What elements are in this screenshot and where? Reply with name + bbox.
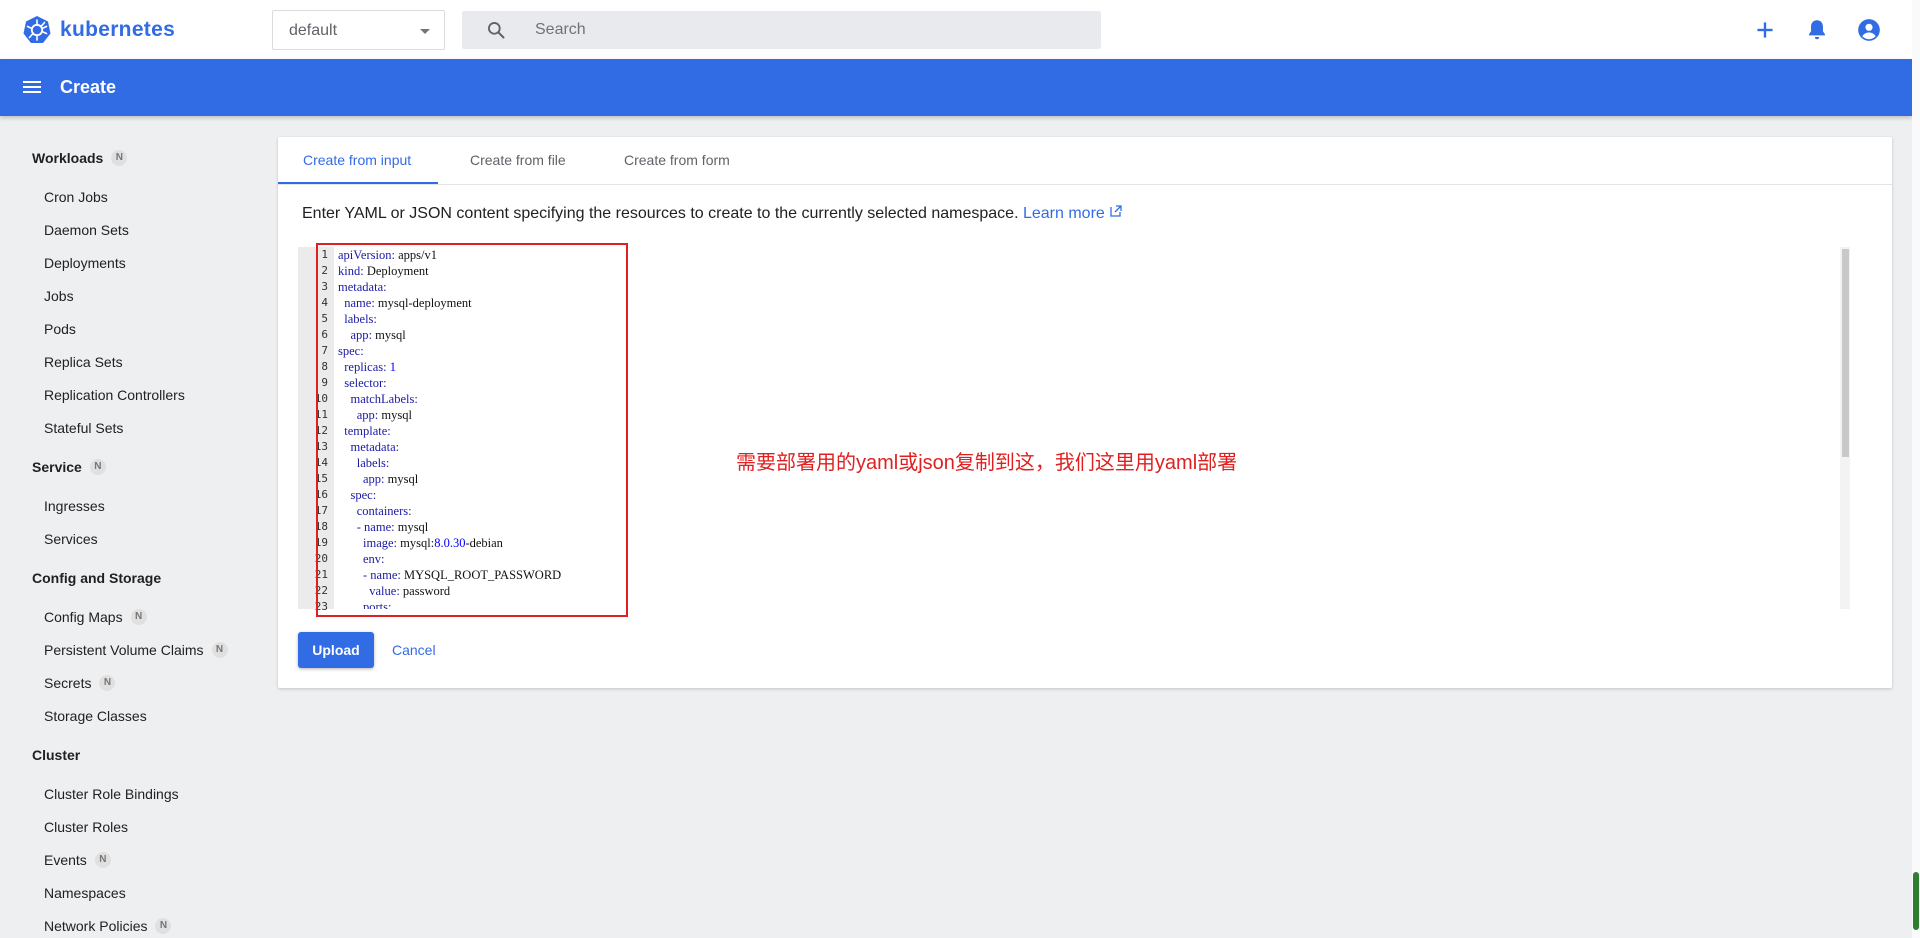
nav-label: Events (44, 852, 87, 868)
namespaced-badge: N (111, 150, 128, 166)
sidebar: Workloads N Cron Jobs Daemon Sets Deploy… (0, 116, 262, 938)
namespaced-badge: N (94, 852, 111, 868)
nav-label: Daemon Sets (44, 222, 129, 238)
sidebar-item-config-maps[interactable]: Config Maps N (44, 609, 147, 625)
nav-label: Network Policies (44, 918, 148, 934)
section-label: Config and Storage (32, 570, 162, 586)
section-label: Workloads (32, 150, 104, 166)
add-icon (1757, 22, 1773, 38)
kubernetes-helm-icon (23, 16, 51, 43)
menu-icon[interactable] (20, 75, 44, 99)
sidebar-item-replica-sets[interactable]: Replica Sets (44, 354, 123, 370)
nav-label: Replication Controllers (44, 387, 185, 403)
section-label: Service (32, 459, 82, 475)
nav-label: Persistent Volume Claims (44, 642, 204, 658)
sidebar-item-replication-controllers[interactable]: Replication Controllers (44, 387, 185, 403)
sidebar-section-service[interactable]: Service N (32, 459, 106, 475)
chevron-down-icon (420, 29, 430, 34)
sidebar-item-services[interactable]: Services (44, 531, 98, 547)
sidebar-item-storage-classes[interactable]: Storage Classes (44, 708, 147, 724)
search-bar (462, 11, 1101, 49)
sidebar-item-namespaces[interactable]: Namespaces (44, 885, 126, 901)
nav-label: Ingresses (44, 498, 105, 514)
page-title: Create (60, 77, 117, 97)
page-scrollbar-thumb[interactable] (1913, 872, 1919, 930)
notifications-button[interactable] (1804, 17, 1830, 48)
annotation-text: 需要部署用的yaml或json复制到这，我们这里用yaml部署 (736, 452, 1238, 474)
namespaced-badge: N (130, 609, 147, 625)
nav-label: Cluster Role Bindings (44, 786, 179, 802)
namespace-select[interactable]: default (272, 10, 445, 50)
brand-logo[interactable]: kubernetes (22, 15, 175, 45)
nav-label: Jobs (44, 288, 74, 304)
account-button[interactable] (1856, 17, 1882, 48)
sidebar-item-cron-jobs[interactable]: Cron Jobs (44, 189, 108, 205)
nav-label: Namespaces (44, 885, 126, 901)
upload-button[interactable]: Upload (298, 632, 374, 668)
add-button[interactable] (1752, 17, 1778, 48)
highlight-box (316, 243, 628, 617)
nav-label: Cluster Roles (44, 819, 129, 835)
editor-scrollbar-thumb[interactable] (1842, 249, 1849, 457)
sidebar-item-ingresses[interactable]: Ingresses (44, 498, 105, 514)
tab-create-from-file[interactable]: Create from file (470, 152, 566, 168)
brand-name: kubernetes (60, 18, 176, 41)
page-header: Create (0, 59, 1912, 116)
active-tab-indicator (278, 182, 438, 184)
create-description: Enter YAML or JSON content specifying th… (302, 205, 1122, 223)
namespaced-badge: N (211, 642, 228, 658)
sidebar-item-deployments[interactable]: Deployments (44, 255, 126, 271)
sidebar-section-config-and-storage[interactable]: Config and Storage (32, 570, 161, 586)
cancel-button[interactable]: Cancel (392, 632, 436, 668)
learn-more-label: Learn more (1022, 205, 1105, 222)
nav-label: Pods (44, 321, 76, 337)
namespaced-badge: N (99, 675, 116, 691)
learn-more-link[interactable]: Learn more (1023, 205, 1122, 222)
sidebar-item-cluster-roles[interactable]: Cluster Roles (44, 819, 128, 835)
sidebar-item-pods[interactable]: Pods (44, 321, 76, 337)
nav-label: Secrets (44, 675, 92, 691)
nav-label: Cron Jobs (44, 189, 108, 205)
sidebar-section-workloads[interactable]: Workloads N (32, 150, 128, 166)
page-scrollbar-track[interactable] (1912, 0, 1920, 938)
sidebar-item-cluster-role-bindings[interactable]: Cluster Role Bindings (44, 786, 179, 802)
description-text: Enter YAML or JSON content specifying th… (302, 205, 1019, 222)
sidebar-item-secrets[interactable]: Secrets N (44, 675, 116, 691)
nav-label: Storage Classes (44, 708, 147, 724)
nav-label: Deployments (44, 255, 126, 271)
nav-label: Replica Sets (44, 354, 123, 370)
section-label: Cluster (32, 747, 81, 763)
nav-label: Services (44, 531, 98, 547)
namespaced-badge: N (155, 918, 172, 934)
sidebar-item-daemon-sets[interactable]: Daemon Sets (44, 222, 129, 238)
nav-label: Config Maps (44, 609, 123, 625)
tab-create-from-form[interactable]: Create from form (624, 152, 730, 168)
namespaced-badge: N (89, 459, 106, 475)
search-icon (488, 22, 505, 39)
nav-label: Stateful Sets (44, 420, 124, 436)
search-input[interactable] (535, 11, 1075, 49)
tab-create-from-input[interactable]: Create from input (303, 152, 411, 168)
create-tabs: Create from input Create from file Creat… (278, 137, 1892, 185)
sidebar-section-cluster[interactable]: Cluster (32, 747, 80, 763)
sidebar-item-jobs[interactable]: Jobs (44, 288, 74, 304)
sidebar-item-stateful-sets[interactable]: Stateful Sets (44, 420, 123, 436)
namespace-value: default (289, 22, 338, 39)
account-icon (1858, 19, 1880, 41)
sidebar-item-network-policies[interactable]: Network Policies N (44, 918, 172, 934)
sidebar-item-persistent-volume-claims[interactable]: Persistent Volume Claims N (44, 642, 228, 658)
sidebar-item-events[interactable]: Events N (44, 852, 111, 868)
open-in-new-icon (1110, 205, 1122, 217)
top-bar: kubernetes default (0, 0, 1912, 59)
notifications-icon (1808, 20, 1826, 40)
